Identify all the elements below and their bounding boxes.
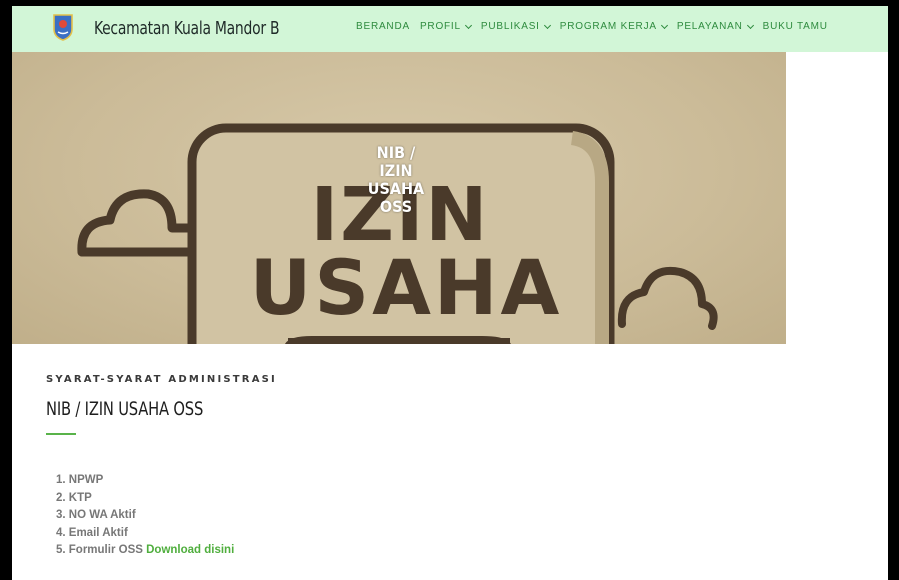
hero-caption-line: OSS — [379, 197, 413, 216]
nav-item-label: BERANDA — [356, 21, 410, 32]
list-item: 3. NO WA Aktif — [56, 507, 234, 525]
requirement-text: 2. KTP — [56, 491, 92, 504]
nav-item-label: PROGRAM KERJA — [559, 21, 657, 32]
nav-item-program-kerja[interactable]: PROGRAM KERJA — [559, 21, 668, 32]
requirement-text: 4. Email Aktif — [56, 526, 128, 539]
top-navbar: Kecamatan Kuala Mandor B BERANDA PROFIL PU… — [12, 6, 888, 52]
hero-caption-line: NIB / — [376, 143, 416, 162]
chevron-down-icon — [543, 21, 551, 29]
chevron-down-icon — [660, 21, 668, 29]
hero-banner: IZIN USAHA NIB / IZIN USAHA OSS — [12, 52, 786, 344]
regency-crest-icon[interactable] — [52, 13, 74, 41]
hero-image-text-usaha: USAHA — [250, 243, 563, 332]
list-item: 2. KTP — [56, 490, 234, 508]
page-title: NIB / IZIN USAHA OSS — [46, 398, 204, 420]
page-frame: Kecamatan Kuala Mandor B BERANDA PROFIL PU… — [12, 6, 888, 580]
title-divider — [46, 433, 76, 435]
hero-caption: NIB / IZIN USAHA OSS — [364, 144, 428, 216]
nav-item-label: BUKU TAMU — [762, 21, 828, 32]
requirement-text: 1. NPWP — [56, 474, 104, 486]
nav-item-label: PELAYANAN — [676, 21, 743, 32]
nav-item-label: PUBLIKASI — [480, 21, 540, 32]
section-eyebrow: SYARAT-SYARAT ADMINISTRASI — [46, 374, 277, 385]
chevron-down-icon — [464, 21, 472, 29]
requirements-list: 1. NPWP 2. KTP 3. NO WA Aktif 4. Email A… — [56, 472, 234, 560]
nav-item-profil[interactable]: PROFIL — [419, 21, 472, 32]
requirement-text: 3. NO WA Aktif — [56, 509, 136, 521]
site-title[interactable]: Kecamatan Kuala Mandor B — [94, 18, 280, 39]
hero-caption-line: USAHA — [367, 179, 425, 198]
nav-item-label: PROFIL — [419, 21, 461, 32]
list-item: 4. Email Aktif — [56, 525, 234, 543]
download-link[interactable]: Download disini — [146, 544, 234, 556]
requirement-text: 5. Formulir OSS — [56, 544, 147, 556]
nav-item-buku-tamu[interactable]: BUKU TAMU — [763, 21, 828, 32]
main-nav: BERANDA PROFIL PUBLIKASI PROGRAM KERJA PELAY… — [356, 21, 838, 32]
nav-item-beranda[interactable]: BERANDA — [356, 21, 410, 32]
list-item: 1. NPWP — [56, 472, 234, 490]
list-item: 5. Formulir OSS Download disini — [56, 542, 234, 560]
nav-item-pelayanan[interactable]: PELAYANAN — [676, 21, 754, 32]
chevron-down-icon — [746, 21, 754, 29]
nav-item-publikasi[interactable]: PUBLIKASI — [480, 21, 551, 32]
hero-caption-line: IZIN — [379, 161, 413, 180]
